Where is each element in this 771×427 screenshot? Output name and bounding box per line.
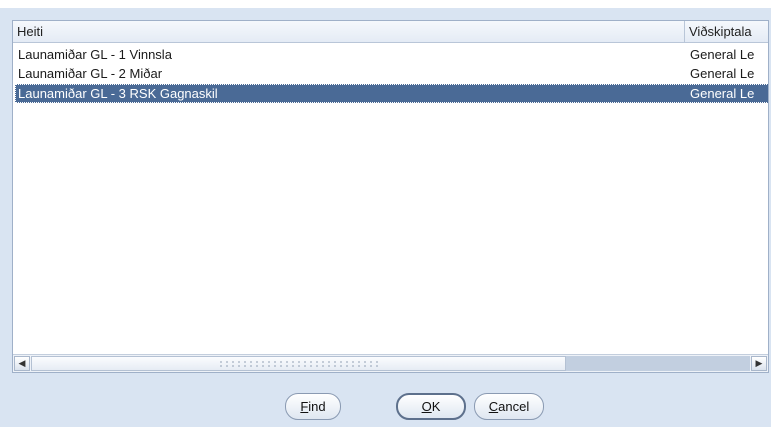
ok-label: K bbox=[431, 399, 441, 414]
scroll-grip-icon bbox=[218, 360, 378, 368]
row-name-cell: Launamiðar GL - 1 Vinnsla bbox=[18, 47, 172, 62]
find-button[interactable]: Find bbox=[285, 393, 341, 420]
column-header-ledger[interactable]: Viðskiptala bbox=[685, 21, 768, 42]
table-row-selected[interactable]: Launamiðar GL - 3 RSK Gagnaskil General … bbox=[15, 84, 768, 103]
scroll-track[interactable] bbox=[566, 356, 750, 371]
scroll-left-arrow-icon[interactable]: ◀ bbox=[14, 356, 30, 371]
cancel-label: ancel bbox=[498, 399, 530, 414]
table-body: Launamiðar GL - 1 Vinnsla General Le Lau… bbox=[13, 43, 768, 355]
cancel-mnemonic: C bbox=[488, 399, 499, 414]
column-header-name[interactable]: Heiti bbox=[13, 21, 685, 42]
cancel-button[interactable]: Cancel bbox=[474, 393, 544, 420]
ok-button[interactable]: OK bbox=[396, 393, 466, 420]
list-of-values-table: Heiti Viðskiptala Launamiðar GL - 1 Vinn… bbox=[12, 20, 769, 373]
scroll-right-arrow-icon[interactable]: ▶ bbox=[751, 356, 767, 371]
table-header: Heiti Viðskiptala bbox=[13, 21, 768, 43]
table-row[interactable]: Launamiðar GL - 1 Vinnsla General Le bbox=[15, 45, 768, 64]
row-ledger-cell: General Le bbox=[690, 47, 755, 62]
row-ledger-cell: General Le bbox=[690, 66, 755, 81]
table-row[interactable]: Launamiðar GL - 2 Miðar General Le bbox=[15, 64, 768, 83]
row-name-cell: Launamiðar GL - 2 Miðar bbox=[18, 66, 163, 81]
scroll-thumb[interactable] bbox=[31, 356, 566, 371]
ok-mnemonic: O bbox=[421, 399, 432, 414]
row-ledger-cell: General Le bbox=[690, 86, 755, 101]
row-name-cell: Launamiðar GL - 3 RSK Gagnaskil bbox=[18, 86, 218, 101]
horizontal-scrollbar[interactable]: ◀ ▶ bbox=[13, 354, 768, 372]
find-label: ind bbox=[308, 399, 326, 414]
